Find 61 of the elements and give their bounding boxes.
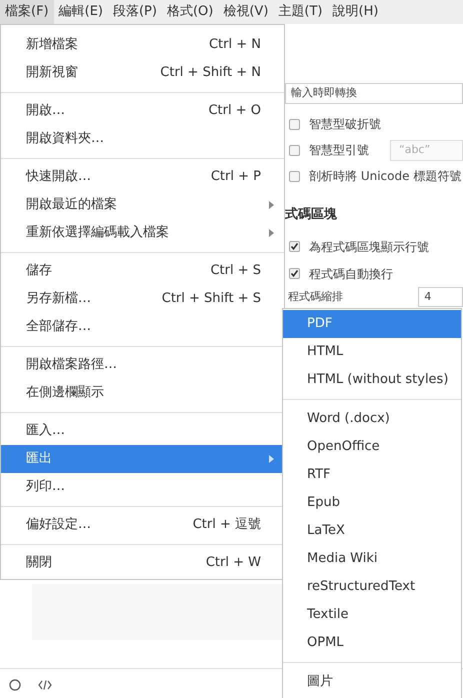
menu-item[interactable]: 關閉 Ctrl + W bbox=[1, 549, 284, 577]
checkbox[interactable] bbox=[289, 118, 300, 130]
option-label: 智慧型破折號 bbox=[309, 116, 381, 133]
menu-item[interactable]: HTML (without styles) bbox=[283, 366, 461, 394]
menu-item[interactable]: 另存新檔… Ctrl + Shift + S bbox=[1, 285, 284, 313]
menu-item[interactable]: Media Wiki bbox=[283, 545, 461, 573]
menu-item[interactable]: Word (.docx) bbox=[283, 405, 461, 433]
field-label: 程式碼縮排 bbox=[287, 288, 344, 305]
menu-item[interactable]: 在側邊欄顯示 bbox=[1, 379, 284, 407]
menu-item[interactable]: 圖片 bbox=[283, 668, 461, 696]
menu-item[interactable]: RTF bbox=[283, 461, 461, 489]
checkbox[interactable] bbox=[289, 241, 300, 252]
shortcut-label: Ctrl + Shift + S bbox=[162, 290, 261, 308]
shortcut-label: Ctrl + O bbox=[208, 102, 261, 120]
menu-bar-item[interactable]: 檢視(V) bbox=[218, 0, 274, 24]
option-label: 程式碼自動換行 bbox=[309, 266, 393, 282]
indent-field[interactable]: 4 bbox=[418, 287, 463, 307]
section-heading: 式碼區塊 bbox=[285, 206, 338, 224]
menu-item[interactable]: 匯入… bbox=[1, 417, 284, 445]
checkbox[interactable] bbox=[289, 170, 300, 182]
shortcut-label: Ctrl + W bbox=[206, 554, 261, 572]
option-label: 為程式碼區塊顯示行號 bbox=[309, 238, 429, 256]
menu-item[interactable]: 重新依選擇編碼載入檔案 bbox=[1, 219, 284, 247]
menu-bar-item[interactable]: 檔案(F) bbox=[0, 0, 54, 24]
text-field[interactable]: 輸入時即轉換 bbox=[285, 83, 463, 104]
menu-item[interactable]: 匯出 bbox=[1, 445, 284, 473]
menu-item[interactable]: 快速開啟… Ctrl + P bbox=[1, 163, 284, 191]
menu-item[interactable]: HTML bbox=[283, 338, 461, 366]
circle-icon[interactable] bbox=[9, 679, 21, 691]
menu-item[interactable]: Epub bbox=[283, 489, 461, 517]
shortcut-label: Ctrl + S bbox=[210, 262, 261, 280]
shortcut-label: Ctrl + N bbox=[208, 36, 261, 54]
menu-bar-item[interactable]: 段落(P) bbox=[108, 0, 162, 24]
menu-item[interactable]: Textile bbox=[283, 601, 461, 629]
shortcut-label: Ctrl + 逗號 bbox=[192, 516, 261, 534]
option-label: 智慧型引號 bbox=[309, 142, 369, 159]
menu-item[interactable]: OPML bbox=[283, 629, 461, 657]
checkbox[interactable] bbox=[289, 268, 300, 279]
menu-item[interactable]: 開啟最近的檔案 bbox=[1, 191, 284, 219]
menu-item[interactable]: PDF bbox=[283, 310, 461, 338]
shortcut-label: Ctrl + P bbox=[210, 168, 261, 186]
menu-item[interactable]: OpenOffice bbox=[283, 433, 461, 461]
menu-item[interactable]: 列印… bbox=[1, 473, 284, 501]
menu-bar-item[interactable]: 編輯(E) bbox=[54, 0, 108, 24]
shortcut-label: Ctrl + Shift + N bbox=[160, 64, 261, 82]
option-label: 剖析時將 Unicode 標題符號 bbox=[309, 168, 462, 185]
menu-item[interactable]: LaTeX bbox=[283, 517, 461, 545]
menu-item[interactable]: 儲存 Ctrl + S bbox=[1, 257, 284, 285]
menu-bar-item[interactable]: 說明(H) bbox=[328, 0, 384, 24]
menu-item[interactable]: 開新視窗 Ctrl + Shift + N bbox=[1, 59, 284, 87]
menu-item[interactable]: 偏好設定… Ctrl + 逗號 bbox=[1, 511, 284, 539]
menu-bar-item[interactable]: 主題(T) bbox=[273, 0, 328, 24]
menu-item[interactable]: 開啟… Ctrl + O bbox=[1, 97, 284, 125]
menu-item[interactable]: 開啟檔案路徑… bbox=[1, 351, 284, 379]
menu-item[interactable]: 開啟資料夾… bbox=[1, 125, 284, 153]
code-icon[interactable] bbox=[38, 679, 52, 691]
menu-item[interactable]: reStructuredText bbox=[283, 573, 461, 601]
menu-item[interactable]: 全部儲存… bbox=[1, 313, 284, 341]
checkbox[interactable] bbox=[289, 144, 300, 156]
menu-item[interactable]: 新增檔案 Ctrl + N bbox=[1, 31, 284, 59]
menu-bar-item[interactable]: 格式(O) bbox=[162, 0, 218, 24]
